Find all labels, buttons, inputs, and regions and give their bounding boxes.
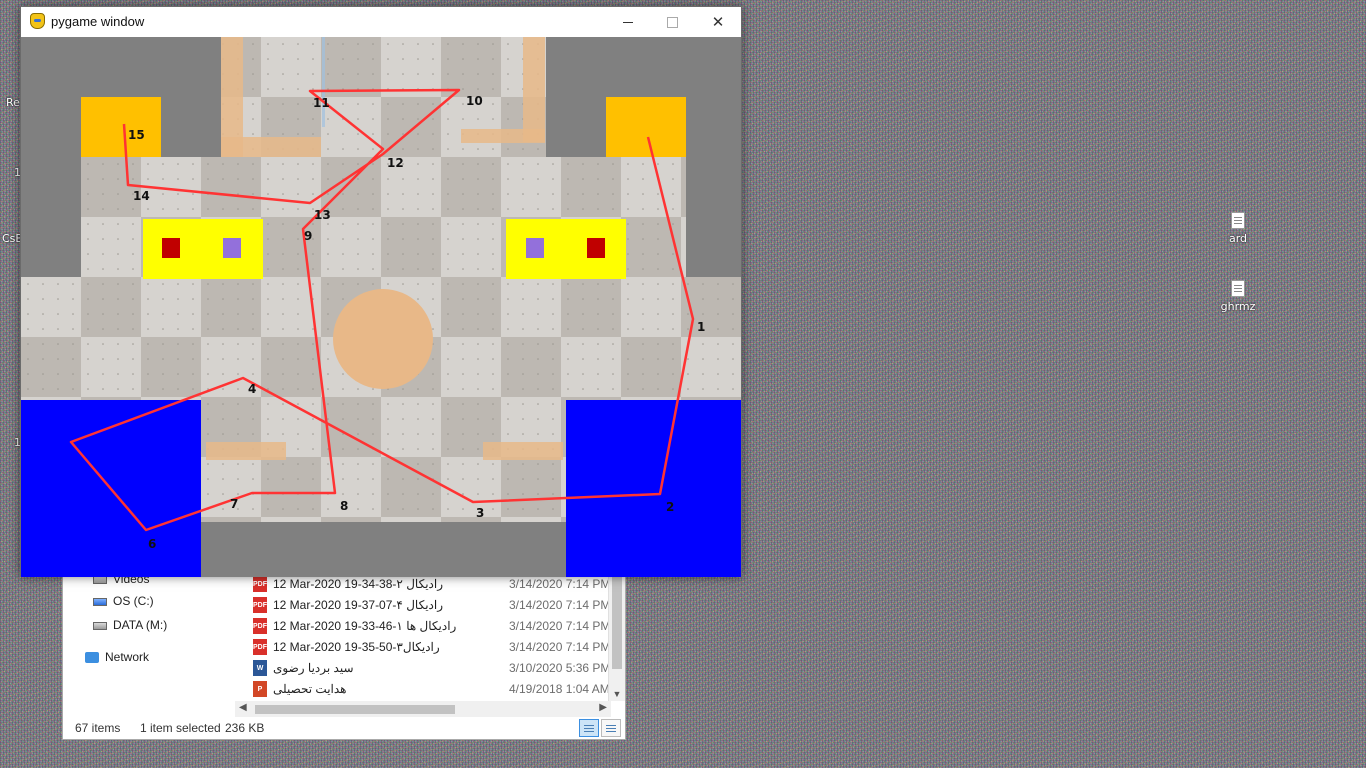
network-icon: [85, 651, 99, 663]
path-label-11: 11: [313, 96, 330, 110]
path-label-5: 5: [65, 449, 73, 463]
nav-item-os-c[interactable]: OS (C:): [93, 591, 154, 611]
scroll-down-arrow-icon[interactable]: ▼: [609, 689, 625, 699]
corridor-right-post: [523, 37, 545, 142]
document-icon: [1231, 280, 1245, 297]
scrollbar-thumb[interactable]: [255, 705, 455, 714]
path-label-7: 7: [230, 497, 238, 511]
file-row[interactable]: PDF 12 Mar-2020 19-37-07-رادیکال ۴ 3/14/…: [253, 595, 609, 615]
pdf-file-icon: PDF: [253, 618, 267, 634]
word-file-icon: W: [253, 660, 267, 676]
path-label-6: 6: [148, 537, 156, 551]
selection-size: 236 KB: [225, 721, 265, 735]
bottom-right-ledge: [483, 442, 563, 460]
yellow-block-left[interactable]: [143, 219, 263, 279]
file-date: 3/14/2020 7:14 PM: [509, 619, 609, 633]
minimize-button[interactable]: [605, 7, 651, 37]
orange-block-right[interactable]: [606, 97, 686, 157]
document-icon: [1231, 212, 1245, 229]
corridor-divider: [322, 37, 325, 127]
desktop-icon-ard[interactable]: ard: [1218, 212, 1258, 245]
file-name: سید بردیا رضوی: [273, 661, 354, 675]
path-label-2: 2: [666, 500, 674, 514]
file-date: 3/14/2020 7:14 PM: [509, 640, 609, 654]
wall-left-side: [21, 157, 81, 277]
desktop-icon-label: ard: [1228, 232, 1248, 245]
path-label-12: 12: [387, 156, 404, 170]
wall-bottom: [201, 522, 566, 577]
maximize-button[interactable]: [649, 7, 695, 37]
nav-item-network[interactable]: Network: [85, 647, 149, 667]
large-icons-view-button[interactable]: [601, 719, 621, 737]
horizontal-scrollbar[interactable]: ◀ ▶: [235, 701, 611, 717]
path-label-9: 9: [304, 229, 312, 243]
status-bar: 67 items 1 item selected 236 KB: [63, 719, 625, 739]
file-name: 12 Mar-2020 19-37-07-رادیکال ۴: [273, 598, 444, 612]
close-button[interactable]: ✕: [695, 7, 741, 37]
nav-item-label: Network: [105, 650, 150, 664]
file-row[interactable]: P هدایت تحصیلی 4/19/2018 1:04 AM: [253, 679, 609, 699]
red-square-right[interactable]: [587, 238, 605, 258]
file-row[interactable]: PDF 12 Mar-2020 19-34-38-رادیکال ۲ 3/14/…: [253, 574, 609, 594]
orange-block-left[interactable]: [81, 97, 161, 157]
pdf-file-icon: PDF: [253, 576, 267, 592]
desktop-icon-ghrmz[interactable]: ghrmz: [1218, 280, 1258, 313]
drive-c-icon: [93, 598, 107, 606]
nav-item-data-m[interactable]: DATA (M:): [93, 615, 167, 635]
purple-square-left[interactable]: [223, 238, 241, 258]
path-label-14: 14: [133, 189, 150, 203]
item-count: 67 items: [75, 721, 121, 735]
file-name: 12 Mar-2020 19-33-46-رادیکال ها ۱: [273, 619, 457, 633]
bottom-left-ledge: [206, 442, 286, 460]
desktop-icon-label: ghrmz: [1220, 300, 1256, 313]
pygame-window: pygame window ✕ 1 2 3 4 5 6 7 8 9 10 11 …: [20, 6, 742, 577]
corridor-left-bar: [221, 137, 321, 157]
path-label-8: 8: [340, 499, 348, 513]
selection-status: 1 item selected: [140, 721, 221, 735]
file-name: هدایت تحصیلی: [273, 682, 347, 696]
pdf-file-icon: PDF: [253, 597, 267, 613]
nav-item-label: OS (C:): [113, 594, 154, 608]
file-name: 12 Mar-2020 19-34-38-رادیکال ۲: [273, 577, 444, 591]
file-date: 3/10/2020 5:36 PM: [509, 661, 609, 675]
red-square-left[interactable]: [162, 238, 180, 258]
corridor-right-bar: [461, 129, 545, 143]
drive-m-icon: [93, 622, 107, 630]
title-bar[interactable]: pygame window ✕: [21, 7, 741, 37]
blue-zone-right: [566, 400, 741, 577]
pdf-file-icon: PDF: [253, 639, 267, 655]
peach-circle[interactable]: [333, 289, 433, 389]
file-date: 4/19/2018 1:04 AM: [509, 682, 609, 696]
path-label-10: 10: [466, 94, 483, 108]
nav-item-label: DATA (M:): [113, 618, 168, 632]
scroll-right-arrow-icon[interactable]: ▶: [599, 702, 607, 713]
pygame-logo-icon: [30, 13, 45, 29]
file-row[interactable]: PDF 12 Mar-2020 19-35-50-رادیکال۳ 3/14/2…: [253, 637, 609, 657]
wall-right-side: [686, 157, 741, 277]
file-date: 3/14/2020 7:14 PM: [509, 577, 609, 591]
purple-square-right[interactable]: [526, 238, 544, 258]
game-canvas[interactable]: 1 2 3 4 5 6 7 8 9 10 11 12 13 14 15: [21, 37, 741, 577]
file-name: 12 Mar-2020 19-35-50-رادیکال۳: [273, 640, 440, 654]
window-title: pygame window: [51, 14, 145, 29]
file-row[interactable]: PDF 12 Mar-2020 19-33-46-رادیکال ها ۱ 3/…: [253, 616, 609, 636]
desktop-left-label-1: Re: [6, 96, 20, 109]
path-label-15: 15: [128, 128, 145, 142]
path-label-3: 3: [476, 506, 484, 520]
file-date: 3/14/2020 7:14 PM: [509, 598, 609, 612]
path-label-4: 4: [248, 382, 256, 396]
videos-folder-icon: [93, 576, 107, 584]
path-label-13: 13: [314, 208, 331, 222]
yellow-block-right[interactable]: [506, 219, 626, 279]
file-row[interactable]: W سید بردیا رضوی 3/10/2020 5:36 PM: [253, 658, 609, 678]
scroll-left-arrow-icon[interactable]: ◀: [239, 702, 247, 713]
path-label-1: 1: [697, 320, 705, 334]
details-view-button[interactable]: [579, 719, 599, 737]
powerpoint-file-icon: P: [253, 681, 267, 697]
